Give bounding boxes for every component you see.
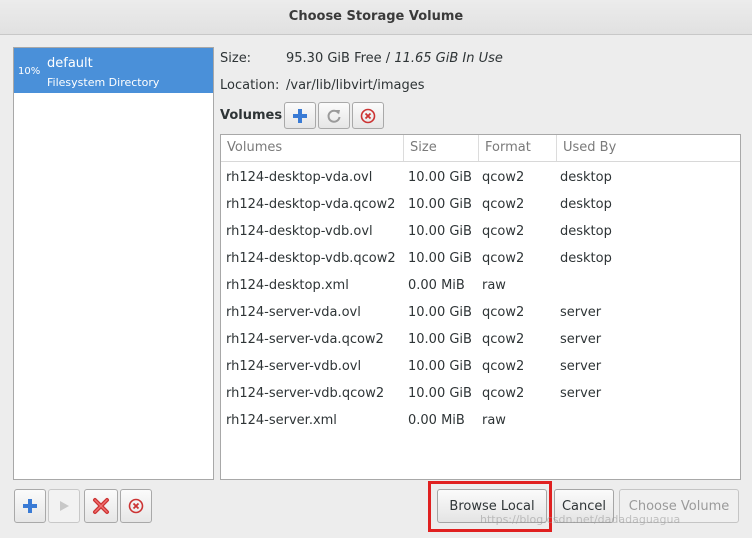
cell-format: raw	[482, 413, 506, 428]
stop-pool-button[interactable]	[84, 489, 118, 523]
refresh-volumes-button[interactable]	[318, 102, 350, 129]
cell-size: 0.00 MiB	[408, 278, 465, 293]
cell-size: 10.00 GiB	[408, 386, 472, 401]
cell-format: qcow2	[482, 359, 525, 374]
cell-used-by: server	[560, 305, 602, 320]
table-row[interactable]: rh124-server-vdb.qcow2 10.00 GiB qcow2 s…	[221, 380, 740, 407]
size-free: 95.30 GiB Free /	[286, 51, 395, 66]
cell-format: qcow2	[482, 251, 525, 266]
add-volume-button[interactable]	[284, 102, 316, 129]
column-header-format[interactable]: Format	[479, 135, 557, 161]
pool-name: default	[47, 56, 93, 71]
cell-size: 10.00 GiB	[408, 170, 472, 185]
delete-volume-button[interactable]	[352, 102, 384, 129]
cell-size: 10.00 GiB	[408, 197, 472, 212]
cell-format: qcow2	[482, 305, 525, 320]
cell-used-by: server	[560, 359, 602, 374]
cell-volume: rh124-server-vda.qcow2	[226, 332, 384, 347]
pool-usage: 10%	[18, 66, 41, 77]
cell-used-by: server	[560, 332, 602, 347]
storage-pool-list[interactable]: 10% default Filesystem Directory	[13, 47, 214, 480]
refresh-icon	[327, 109, 341, 123]
delete-icon	[128, 498, 144, 514]
size-in-use: 11.65 GiB In Use	[394, 51, 503, 66]
table-row[interactable]: rh124-desktop-vda.ovl 10.00 GiB qcow2 de…	[221, 164, 740, 191]
cell-format: raw	[482, 278, 506, 293]
add-pool-button[interactable]	[14, 489, 46, 523]
pool-type: Filesystem Directory	[47, 76, 160, 89]
play-icon	[60, 501, 69, 511]
cell-used-by: desktop	[560, 251, 612, 266]
table-row[interactable]: rh124-server-vda.ovl 10.00 GiB qcow2 ser…	[221, 299, 740, 326]
cell-volume: rh124-server-vda.ovl	[226, 305, 361, 320]
cell-volume: rh124-server.xml	[226, 413, 337, 428]
cell-format: qcow2	[482, 332, 525, 347]
plus-icon	[293, 108, 307, 123]
column-header-used-by[interactable]: Used By	[557, 135, 740, 161]
window-title: Choose Storage Volume	[0, 0, 752, 35]
cell-volume: rh124-server-vdb.qcow2	[226, 386, 385, 401]
cell-used-by: desktop	[560, 170, 612, 185]
location-value: /var/lib/libvirt/images	[286, 78, 425, 93]
volume-table[interactable]: Volumes Size Format Used By rh124-deskto…	[220, 134, 741, 480]
table-row[interactable]: rh124-desktop-vdb.ovl 10.00 GiB qcow2 de…	[221, 218, 740, 245]
location-label: Location:	[220, 78, 280, 93]
cell-used-by: desktop	[560, 224, 612, 239]
table-row[interactable]: rh124-server-vda.qcow2 10.00 GiB qcow2 s…	[221, 326, 740, 353]
cell-volume: rh124-desktop-vda.ovl	[226, 170, 373, 185]
size-label: Size:	[220, 51, 252, 66]
cell-volume: rh124-server-vdb.ovl	[226, 359, 362, 374]
table-row[interactable]: rh124-desktop.xml 0.00 MiB raw	[221, 272, 740, 299]
column-header-size[interactable]: Size	[404, 135, 479, 161]
table-header: Volumes Size Format Used By	[221, 135, 740, 162]
cell-volume: rh124-desktop-vdb.qcow2	[226, 251, 396, 266]
table-row[interactable]: rh124-desktop-vda.qcow2 10.00 GiB qcow2 …	[221, 191, 740, 218]
cell-format: qcow2	[482, 224, 525, 239]
cell-volume: rh124-desktop-vda.qcow2	[226, 197, 396, 212]
watermark: https://blog.csdn.net/dadadaguagua	[480, 513, 681, 526]
cell-volume: rh124-desktop-vdb.ovl	[226, 224, 373, 239]
cell-volume: rh124-desktop.xml	[226, 278, 349, 293]
cell-size: 10.00 GiB	[408, 332, 472, 347]
cell-size: 10.00 GiB	[408, 251, 472, 266]
plus-icon	[23, 499, 37, 513]
cell-size: 10.00 GiB	[408, 224, 472, 239]
delete-pool-button[interactable]	[120, 489, 152, 523]
column-header-volumes[interactable]: Volumes	[221, 135, 404, 161]
start-pool-button[interactable]	[48, 489, 80, 523]
cell-size: 10.00 GiB	[408, 305, 472, 320]
table-row[interactable]: rh124-server.xml 0.00 MiB raw	[221, 407, 740, 434]
volumes-label: Volumes	[220, 108, 283, 123]
table-row[interactable]: rh124-desktop-vdb.qcow2 10.00 GiB qcow2 …	[221, 245, 740, 272]
cell-format: qcow2	[482, 170, 525, 185]
pool-item-default[interactable]: 10% default Filesystem Directory	[14, 48, 213, 93]
cell-format: qcow2	[482, 197, 525, 212]
cell-used-by: desktop	[560, 197, 612, 212]
stop-icon	[360, 108, 376, 123]
stop-x-icon	[93, 498, 109, 514]
cell-used-by: server	[560, 386, 602, 401]
size-value: 95.30 GiB Free / 11.65 GiB In Use	[286, 51, 503, 66]
cell-format: qcow2	[482, 386, 525, 401]
cell-size: 0.00 MiB	[408, 413, 465, 428]
cell-size: 10.00 GiB	[408, 359, 472, 374]
table-row[interactable]: rh124-server-vdb.ovl 10.00 GiB qcow2 ser…	[221, 353, 740, 380]
